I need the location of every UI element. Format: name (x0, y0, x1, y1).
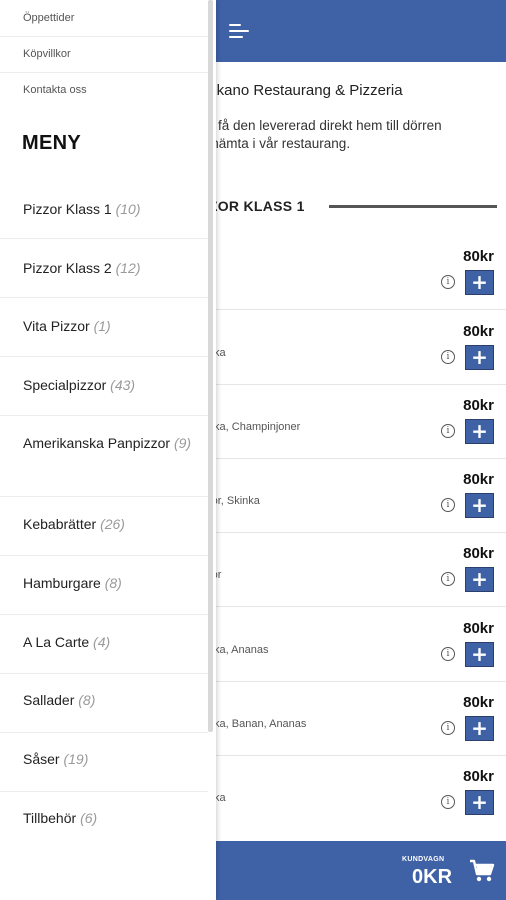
category-label-wrap: Tillbehör (6) (23, 807, 198, 830)
item-price: 80kr (463, 620, 494, 637)
category-label: A La Carte (23, 634, 90, 650)
category-label-wrap: Pizzor Klass 1 (10) (23, 198, 198, 221)
item-price: 80kr (463, 768, 494, 785)
cart-label: KUNDVAGN (402, 856, 445, 863)
item-price: 80kr (463, 397, 494, 414)
category-hamburgare[interactable]: Hamburgare (8) (0, 556, 208, 615)
category-label: Hamburgare (23, 575, 101, 591)
category-label-wrap: Såser (19) (23, 748, 198, 771)
add-to-cart-button[interactable]: + (465, 716, 494, 741)
intro-line: tt hämta i vår restaurang. (200, 136, 351, 151)
info-icon[interactable]: i (441, 572, 455, 586)
divider (0, 36, 208, 37)
link-opening-hours[interactable]: Öppettider (23, 12, 74, 24)
category-label: Amerikanska Panpizzor (23, 435, 171, 451)
info-icon[interactable]: i (441, 424, 455, 438)
category-tillbehor[interactable]: Tillbehör (6) (0, 792, 208, 842)
category-count: (43) (110, 377, 136, 393)
info-icon[interactable]: i (441, 721, 455, 735)
category-amerikanska-panpizzor[interactable]: Amerikanska Panpizzor (9) (0, 416, 208, 497)
category-label: Kebabrätter (23, 516, 97, 532)
item-price: 80kr (463, 248, 494, 265)
restaurant-intro: ch få den levererad direkt hem till dörr… (200, 117, 500, 153)
info-icon[interactable]: i (441, 350, 455, 364)
hamburger-icon[interactable] (229, 22, 249, 40)
info-icon[interactable]: i (441, 647, 455, 661)
category-count: (10) (115, 201, 141, 217)
menu-heading: MENY (22, 132, 81, 154)
category-label-wrap: Amerikanska Panpizzor (9) (23, 432, 198, 455)
item-price: 80kr (463, 471, 494, 488)
category-label: Pizzor Klass 2 (23, 260, 112, 276)
category-pizzor-klass-1[interactable]: Pizzor Klass 1 (10) (0, 180, 208, 239)
add-to-cart-button[interactable]: + (465, 790, 494, 815)
category-count: (6) (80, 810, 98, 826)
category-label-wrap: Kebabrätter (26) (23, 513, 198, 536)
add-to-cart-button[interactable]: + (465, 419, 494, 444)
category-count: (9) (173, 435, 192, 451)
category-count: (8) (104, 575, 122, 591)
intro-line: ch få den levererad direkt hem till dörr… (200, 118, 442, 133)
cart-total: 0KR (412, 866, 453, 888)
add-to-cart-button[interactable]: + (465, 642, 494, 667)
category-vita-pizzor[interactable]: Vita Pizzor (1) (0, 298, 208, 357)
category-label: Pizzor Klass 1 (23, 201, 112, 217)
link-purchase-terms[interactable]: Köpvillkor (23, 48, 71, 60)
category-a-la-carte[interactable]: A La Carte (4) (0, 615, 208, 674)
category-label: Såser (23, 751, 60, 767)
section-divider (329, 205, 497, 208)
category-label-wrap: Sallader (8) (23, 689, 198, 712)
drawer-scrollbar[interactable] (208, 0, 213, 732)
info-icon[interactable]: i (441, 498, 455, 512)
category-pizzor-klass-2[interactable]: Pizzor Klass 2 (12) (0, 239, 208, 298)
category-count: (26) (100, 516, 125, 532)
category-count: (19) (63, 751, 89, 767)
category-label: Tillbehör (23, 810, 77, 826)
drawer-top-links: Öppettider Köpvillkor Kontakta oss (0, 0, 208, 108)
info-icon[interactable]: i (441, 795, 455, 809)
add-to-cart-button[interactable]: + (465, 493, 494, 518)
category-label: Specialpizzor (23, 377, 107, 393)
item-price: 80kr (463, 545, 494, 562)
add-to-cart-button[interactable]: + (465, 270, 494, 295)
category-label: Sallader (23, 692, 75, 708)
category-label-wrap: Specialpizzor (43) (23, 374, 198, 397)
category-saser[interactable]: Såser (19) (0, 733, 208, 792)
cart-icon[interactable] (469, 859, 495, 883)
category-count: (12) (115, 260, 141, 276)
category-label-wrap: Hamburgare (8) (23, 572, 198, 595)
category-label-wrap: A La Carte (4) (23, 631, 198, 654)
divider (0, 72, 208, 73)
category-count: (1) (93, 318, 111, 334)
info-icon[interactable]: i (441, 275, 455, 289)
restaurant-name: erikano Restaurang & Pizzeria (200, 82, 403, 99)
category-label: Vita Pizzor (23, 318, 90, 334)
add-to-cart-button[interactable]: + (465, 345, 494, 370)
category-specialpizzor[interactable]: Specialpizzor (43) (0, 357, 208, 416)
category-sallader[interactable]: Sallader (8) (0, 674, 208, 733)
category-label-wrap: Pizzor Klass 2 (12) (23, 257, 198, 280)
item-price: 80kr (463, 694, 494, 711)
link-contact[interactable]: Kontakta oss (23, 84, 87, 96)
item-price: 80kr (463, 323, 494, 340)
navigation-drawer: Öppettider Köpvillkor Kontakta oss MENY … (0, 0, 216, 900)
category-count: (8) (78, 692, 96, 708)
category-label-wrap: Vita Pizzor (1) (23, 315, 198, 338)
add-to-cart-button[interactable]: + (465, 567, 494, 592)
category-count: (4) (93, 634, 111, 650)
category-kebabratter[interactable]: Kebabrätter (26) (0, 497, 208, 556)
